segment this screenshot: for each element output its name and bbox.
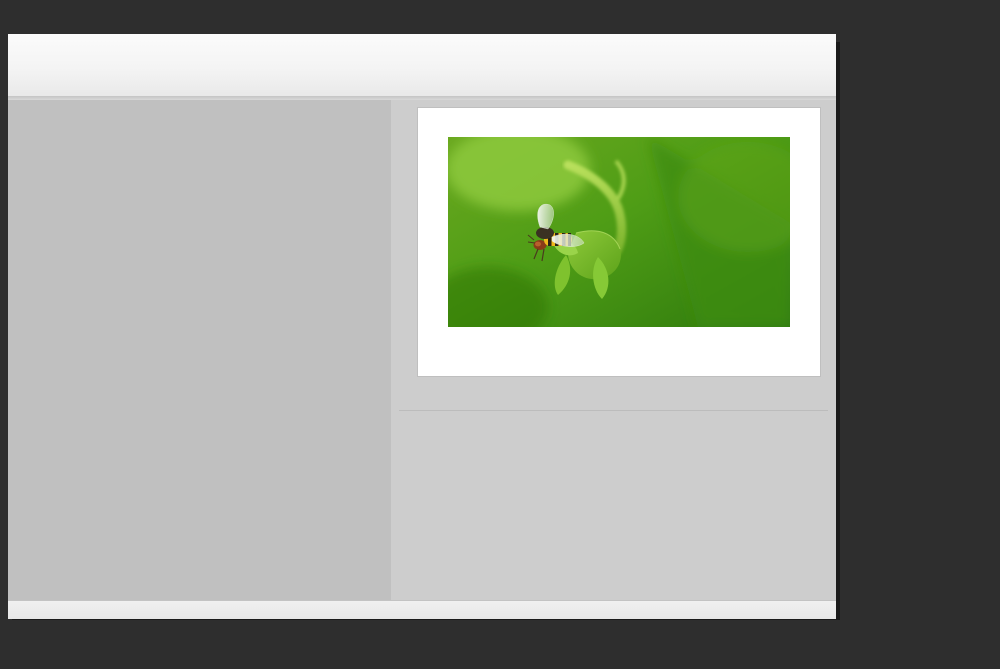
featured-photo[interactable]	[448, 137, 790, 327]
photo-info	[418, 425, 698, 441]
detail-divider	[399, 410, 828, 411]
photo-detail-panel	[391, 100, 836, 616]
site-footer	[8, 600, 836, 619]
page-root	[0, 0, 1000, 669]
featured-photo-frame[interactable]	[418, 108, 820, 376]
site-container	[8, 34, 836, 616]
content-area	[8, 100, 836, 616]
site-header	[8, 34, 836, 100]
thumbnail-gallery-panel	[8, 100, 391, 616]
featured-photo-image	[448, 137, 790, 327]
